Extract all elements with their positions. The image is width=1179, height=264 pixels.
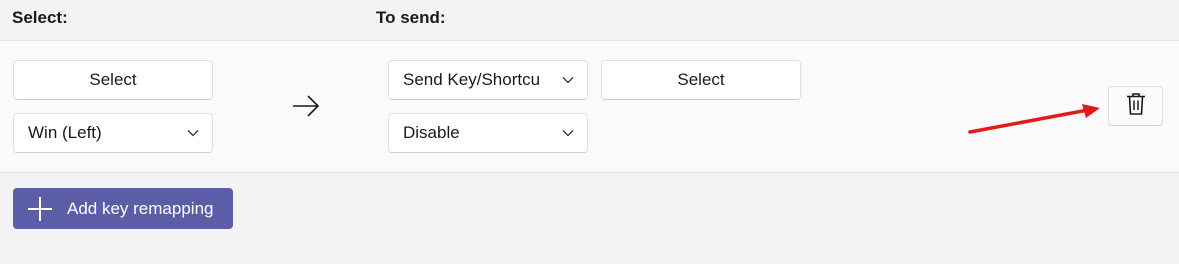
chevron-down-icon: [561, 126, 575, 140]
send-type-dropdown[interactable]: Send Key/Shortcu: [388, 60, 588, 100]
annotation-arrow: [960, 100, 1110, 145]
select-column-header: Select:: [12, 8, 68, 27]
add-key-remapping-button[interactable]: Add key remapping: [13, 188, 233, 229]
send-value: Disable: [403, 123, 460, 142]
select-key-button-label: Select: [89, 70, 137, 89]
send-select-button[interactable]: Select: [601, 60, 801, 100]
original-key-dropdown[interactable]: Win (Left): [13, 113, 213, 153]
right-arrow-icon: [290, 92, 322, 125]
send-select-button-label: Select: [677, 70, 725, 89]
to-send-column-header: To send:: [376, 8, 446, 27]
plus-icon: [27, 196, 53, 222]
trash-icon: [1126, 92, 1146, 121]
chevron-down-icon: [186, 126, 200, 140]
delete-remapping-button[interactable]: [1108, 86, 1163, 126]
original-key-value: Win (Left): [28, 123, 102, 142]
chevron-down-icon: [561, 73, 575, 87]
send-type-value: Send Key/Shortcu: [403, 70, 541, 89]
send-value-dropdown[interactable]: Disable: [388, 113, 588, 153]
add-key-remapping-label: Add key remapping: [67, 198, 214, 218]
select-key-button[interactable]: Select: [13, 60, 213, 100]
